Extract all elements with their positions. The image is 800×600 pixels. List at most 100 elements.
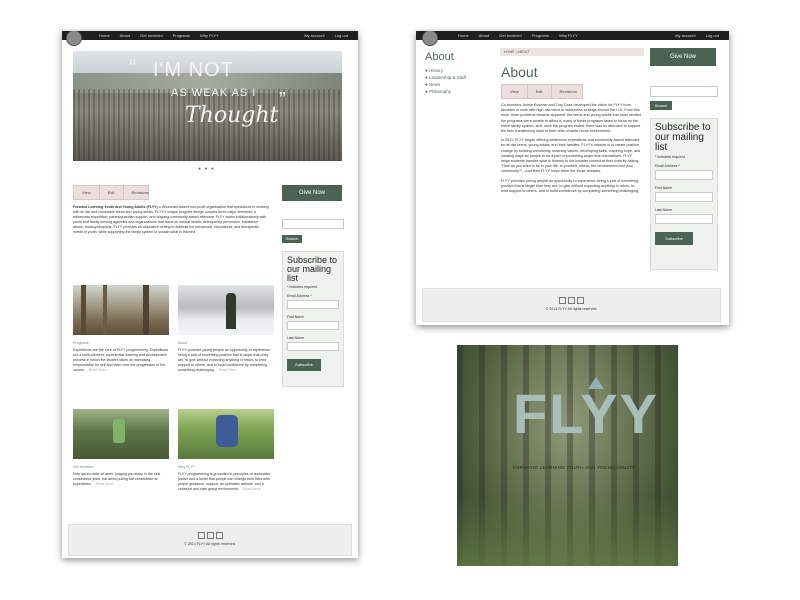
last-name-field[interactable] [655,214,713,224]
quote-close-icon: ” [279,89,286,111]
tab-edit[interactable]: Edit [100,186,124,199]
search-button[interactable]: Search [650,101,672,110]
slider-dots[interactable]: ● ● ● [198,166,215,172]
twitter-icon[interactable] [568,297,575,304]
first-name-field[interactable] [655,192,713,202]
read-more-link[interactable]: ...Read More [240,487,261,491]
email-field[interactable] [655,170,713,180]
hero-quote-line-3: Thought [185,103,279,128]
card-about: About FLYY provides young people an oppo… [178,341,274,373]
subscribe-required-note: * indicates required [287,285,317,289]
twitter-icon[interactable] [206,532,214,539]
top-nav: Home About Get Involved Programs Why FLY… [62,31,358,46]
hero-slider: I'M NOT AS WEAK AS I Thought “ ” [73,51,342,161]
sidebar-item-history[interactable]: ● History [425,67,495,74]
facebook-icon[interactable] [559,297,566,304]
card-get-involved-image[interactable] [73,409,169,459]
first-name-field[interactable] [287,321,339,330]
intro-text: a Wisconsin-based non-profit organizatio… [73,205,269,234]
nav-my-account[interactable]: My account [304,33,324,38]
tab-view[interactable]: View [502,85,528,98]
logo-wordmark: FLYY [513,382,659,445]
read-more-link[interactable]: ...Read More [86,368,107,372]
card-why-flyy: Why FLYY FLYY programming is grounded in… [178,465,274,492]
subscribe-required-note: * indicates required [655,155,685,159]
nav-about[interactable]: About [479,33,489,38]
subscribe-title: Subscribe to our mailing list [287,255,338,283]
subscribe-button[interactable]: Subscribe [287,359,321,371]
breadcrumb-home[interactable]: HOME [504,50,515,54]
facebook-icon[interactable] [197,532,205,539]
logo-tagline: FORWARD LEARNING YOUTH AND YOUNG ADULTS [513,465,636,470]
nav-why-flyy[interactable]: Why FLYY [559,33,578,38]
card-programs-image[interactable] [73,285,169,335]
tab-edit[interactable]: Edit [528,85,552,98]
subscribe-title: Subscribe to our mailing list [655,122,711,153]
about-sidebar: About ● History ● Leadership & Staff ● N… [425,51,495,95]
nav-get-involved[interactable]: Get Involved [499,33,521,38]
tab-revisions[interactable]: Revisions [552,85,585,98]
last-name-field[interactable] [287,342,339,351]
card-programs: Programs Expeditions are the core of FLY… [73,341,169,373]
give-now-button[interactable]: Give Now [650,48,716,66]
card-title[interactable]: About [178,341,274,346]
nav-home[interactable]: Home [458,33,469,38]
site-logo-icon[interactable] [422,31,438,46]
breadcrumb-about: ABOUT [517,50,530,54]
last-name-label: Last Name [287,336,304,340]
nav-about[interactable]: About [120,33,130,38]
intro-paragraph: Forward Learning Youth and Young Adults … [73,205,269,235]
breadcrumb: HOME › ABOUT [500,48,644,56]
email-label: Email Address * [655,164,680,168]
email-label: Email Address * [287,294,312,298]
nav-log-out[interactable]: Log out [335,33,348,38]
nav-programs[interactable]: Programs [532,33,549,38]
nav-home[interactable]: Home [99,33,110,38]
card-why-flyy-image[interactable] [178,409,274,459]
footer-copyright: © 2014 FLYY All rights reserved. [184,542,236,546]
sidebar-title: About [425,51,454,63]
search-input[interactable] [282,219,344,229]
search-input[interactable] [650,86,718,97]
search-button[interactable]: Search [282,235,302,243]
card-get-involved: Get Involved Kitty ipsum dolor sit amet,… [73,465,169,487]
quote-open-icon: “ [129,55,137,80]
card-title[interactable]: Programs [73,341,169,346]
nav-my-account[interactable]: My account [675,33,695,38]
subscribe-box: Subscribe to our mailing list * indicate… [650,118,718,270]
site-footer: © 2014 FLYY All rights reserved. [68,524,352,556]
page-title: About [501,64,538,80]
give-now-button[interactable]: Give Now [282,185,342,201]
logo-card: FLYY FORWARD LEARNING YOUTH AND YOUNG AD… [457,345,678,566]
about-paragraph: FLYY provides young people an opportunit… [501,178,640,194]
tab-revisions[interactable]: Revisions [124,186,157,199]
tab-view[interactable]: View [74,186,100,199]
nav-get-involved[interactable]: Get Involved [140,33,162,38]
hero-quote-line-1: I'M NOT [153,59,234,81]
instagram-icon[interactable] [215,532,223,539]
footer-copyright: © 2014 FLYY All rights reserved. [545,307,598,311]
about-content: Co-founders Jessie Kushner and Troy Gosz… [501,103,641,194]
email-field[interactable] [287,300,339,309]
nav-why-flyy[interactable]: Why FLYY [200,33,219,38]
sidebar-item-leadership[interactable]: ● Leadership & Staff [425,74,495,81]
nav-log-out[interactable]: Log out [706,33,719,38]
first-name-label: First Name [655,186,673,190]
hero-quote-line-2: AS WEAK AS I [171,87,257,99]
nav-programs[interactable]: Programs [173,33,190,38]
card-title[interactable]: Get Involved [73,465,169,470]
read-more-link[interactable]: ...Read More [93,482,114,486]
admin-tabs: View Edit Revisions [73,185,149,200]
sidebar-item-philosophy[interactable]: ● Philosophy [425,88,495,95]
card-title[interactable]: Why FLYY [178,465,274,470]
site-logo-icon[interactable] [66,31,82,46]
subscribe-button[interactable]: Subscribe [655,232,693,245]
admin-tabs: View Edit Revisions [501,84,583,99]
last-name-label: Last Name [655,208,672,212]
card-about-image[interactable] [178,285,274,335]
read-more-link[interactable]: ...Read More [216,368,237,372]
about-page-screenshot: Home About Get Involved Programs Why FLY… [416,31,729,325]
home-page-screenshot: Home About Get Involved Programs Why FLY… [62,31,358,558]
instagram-icon[interactable] [577,297,584,304]
sidebar-item-news[interactable]: ● News [425,81,495,88]
